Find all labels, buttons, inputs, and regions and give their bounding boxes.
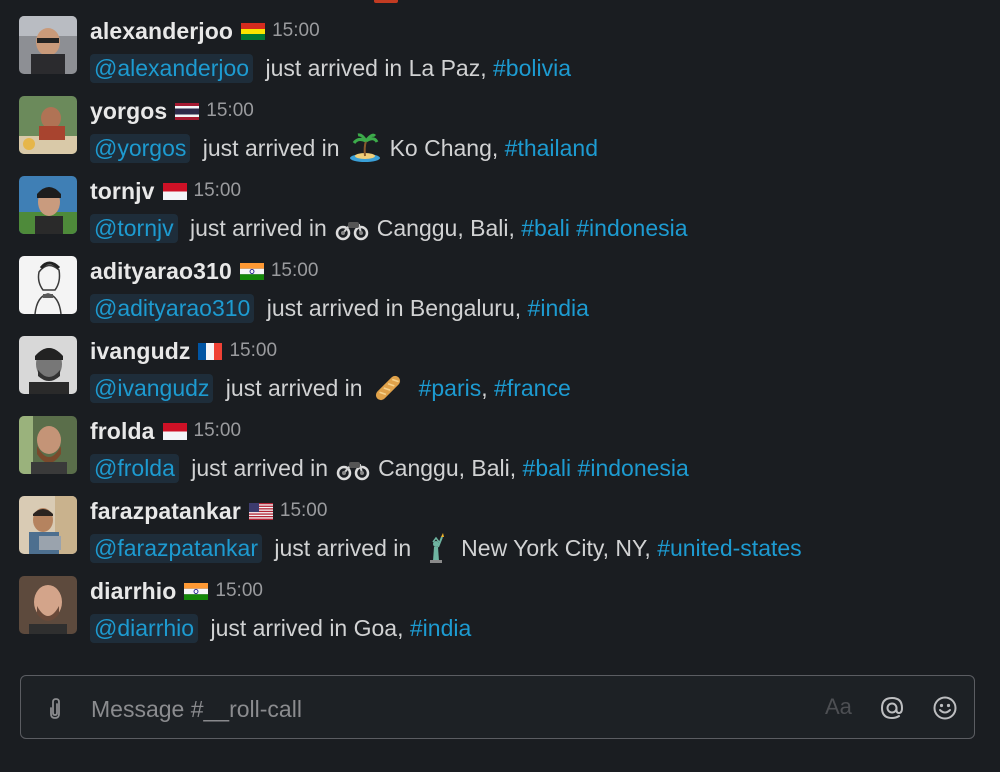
user-mention[interactable]: @farazpatankar	[90, 533, 262, 563]
avatar[interactable]	[19, 576, 77, 634]
message-text-part: just arrived in	[268, 534, 412, 561]
france-flag-icon	[198, 342, 223, 360]
avatar[interactable]	[19, 96, 77, 154]
message-input[interactable]	[89, 686, 793, 732]
timestamp[interactable]: 15:00	[280, 500, 328, 522]
channel-link[interactable]: #bolivia	[493, 55, 571, 82]
message-text-part: just arrived in	[219, 374, 363, 401]
avatar[interactable]	[19, 256, 77, 314]
message-text: @ivangudz just arrived in #paris , #fran…	[90, 370, 571, 406]
message-item: farazpatankar 15:00 @farazpatankar just …	[0, 482, 1000, 563]
india-flag-icon	[239, 262, 264, 280]
message-item: alexanderjoo 15:00 @alexanderjoo just ar…	[0, 2, 1000, 83]
message-item: diarrhio 15:00 @diarrhio just arrived in…	[0, 562, 1000, 643]
message-text-part: just arrived in Bengaluru,	[260, 294, 528, 321]
username[interactable]: yorgos	[90, 98, 167, 125]
channel-link[interactable]: #united-states	[657, 535, 801, 562]
message-text: @frolda just arrived in Canggu, Bali, #b…	[90, 450, 689, 486]
channel-link[interactable]: #india	[410, 615, 471, 642]
bolivia-flag-icon	[241, 22, 266, 40]
timestamp[interactable]: 15:00	[215, 580, 263, 602]
desert-island-icon	[348, 133, 382, 163]
username[interactable]: diarrhio	[90, 578, 176, 605]
user-mention[interactable]: @frolda	[90, 453, 179, 483]
username[interactable]: frolda	[90, 418, 155, 445]
message-text: @farazpatankar just arrived in New York …	[90, 530, 802, 566]
india-flag-icon	[184, 582, 209, 600]
username[interactable]: adityarao310	[90, 258, 232, 285]
message-text: @diarrhio just arrived in Goa, #india	[90, 610, 471, 646]
message-text-part: just arrived in	[196, 134, 340, 161]
channel-link[interactable]: #indonesia	[576, 215, 687, 242]
timestamp[interactable]: 15:00	[272, 20, 320, 42]
channel-link[interactable]: #thailand	[505, 135, 598, 162]
timestamp[interactable]: 15:00	[229, 340, 277, 362]
message-item: ivangudz 15:00 @ivangudz just arrived in…	[0, 322, 1000, 403]
username[interactable]: alexanderjoo	[90, 18, 233, 45]
avatar[interactable]	[19, 16, 77, 74]
at-mention-icon[interactable]	[878, 694, 906, 722]
channel-link[interactable]: #indonesia	[578, 455, 689, 482]
message-text-part: Canggu, Bali,	[376, 214, 522, 241]
formatting-toggle-button[interactable]: Aa	[825, 694, 852, 720]
channel-link[interactable]: #india	[528, 295, 589, 322]
message-text-part: Ko Chang,	[389, 134, 505, 161]
channel-link[interactable]: #bali	[523, 455, 572, 482]
emoji-icon[interactable]	[931, 694, 959, 722]
message-text-part: New York City, NY,	[461, 534, 658, 561]
statue-of-liberty-icon	[419, 533, 453, 563]
timestamp[interactable]: 15:00	[194, 180, 242, 202]
message-item: frolda 15:00 @frolda just arrived in Can…	[0, 402, 1000, 483]
username[interactable]: farazpatankar	[90, 498, 241, 525]
motorcycle-icon	[335, 213, 369, 243]
avatar[interactable]	[19, 176, 77, 234]
message-item: tornjv 15:00 @tornjv just arrived in Can…	[0, 162, 1000, 243]
channel-link[interactable]: #france	[494, 375, 571, 402]
baguette-icon	[371, 373, 405, 403]
paperclip-icon[interactable]	[43, 696, 67, 720]
message-item: adityarao310 15:00 @adityarao310 just ar…	[0, 242, 1000, 323]
message-item: yorgos 15:00 @yorgos just arrived in Ko …	[0, 82, 1000, 163]
username[interactable]: ivangudz	[90, 338, 190, 365]
indonesia-flag-icon	[162, 182, 187, 200]
user-mention[interactable]: @diarrhio	[90, 613, 199, 643]
message-text-part: just arrived in	[184, 454, 329, 481]
user-mention[interactable]: @tornjv	[90, 213, 178, 243]
timestamp[interactable]: 15:00	[194, 420, 242, 442]
message-composer: Aa	[20, 675, 975, 739]
message-text-part: just arrived in La Paz,	[259, 54, 494, 81]
user-mention[interactable]: @alexanderjoo	[90, 53, 254, 83]
thailand-flag-icon	[175, 102, 200, 120]
user-mention[interactable]: @ivangudz	[90, 373, 214, 403]
message-text: @alexanderjoo just arrived in La Paz, #b…	[90, 50, 571, 86]
username[interactable]: tornjv	[90, 178, 155, 205]
user-mention[interactable]: @adityarao310	[90, 293, 255, 323]
avatar[interactable]	[19, 496, 77, 554]
avatar[interactable]	[19, 336, 77, 394]
timestamp[interactable]: 15:00	[206, 100, 254, 122]
usa-flag-icon	[248, 502, 273, 520]
user-mention[interactable]: @yorgos	[90, 133, 191, 163]
message-text: @yorgos just arrived in Ko Chang, #thail…	[90, 130, 598, 166]
message-text-part: just arrived in Goa,	[204, 614, 410, 641]
timestamp[interactable]: 15:00	[271, 260, 319, 282]
message-text: @adityarao310 just arrived in Bengaluru,…	[90, 290, 589, 326]
message-text-part: just arrived in	[183, 214, 327, 241]
indonesia-flag-icon	[162, 422, 187, 440]
message-text-part: Canggu, Bali,	[378, 454, 523, 481]
message-text: @tornjv just arrived in Canggu, Bali, #b…	[90, 210, 688, 246]
avatar[interactable]	[19, 416, 77, 474]
channel-link[interactable]: #paris	[419, 375, 482, 402]
motorcycle-icon	[336, 453, 370, 483]
channel-link[interactable]: #bali	[521, 215, 570, 242]
